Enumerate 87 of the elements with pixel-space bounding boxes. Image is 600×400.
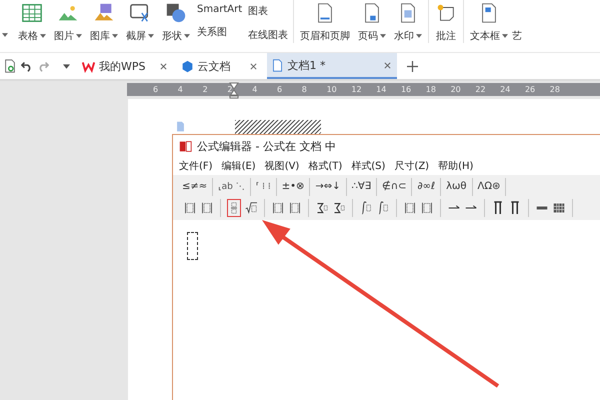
menu-item[interactable]: 编辑(E): [222, 159, 256, 173]
tab-label: 我的WPS: [99, 58, 146, 74]
ribbon-button[interactable]: 艺: [512, 29, 522, 43]
caret-icon[interactable]: [148, 34, 154, 38]
tab-label: 云文档: [198, 58, 230, 74]
window-title: 公式编辑器 - 公式在 文档 中: [197, 138, 336, 154]
integral-template-icon[interactable]: [360, 200, 372, 216]
document-tab[interactable]: 文档1 *: [266, 53, 396, 79]
ruler-number: 6: [276, 85, 284, 94]
sum-template-icon[interactable]: [316, 200, 328, 216]
ribbon-button[interactable]: 水印: [394, 29, 414, 43]
fraction-template-icon[interactable]: [228, 200, 240, 216]
caret-icon[interactable]: [112, 34, 118, 38]
ribbon-button[interactable]: 关系图: [197, 25, 242, 39]
caret-icon[interactable]: [63, 64, 70, 68]
menu-item[interactable]: 帮助(H): [438, 159, 474, 173]
ruler-number: 16: [400, 85, 412, 94]
ruler-number: 8: [302, 85, 308, 94]
app-icon: [179, 140, 192, 152]
menu-item[interactable]: 格式(T): [308, 159, 342, 173]
caret-icon[interactable]: [184, 34, 190, 38]
product-template-icon[interactable]: [492, 200, 504, 216]
ruler-number: 20: [450, 85, 462, 94]
ruler-number: 22: [475, 85, 487, 94]
indent-marker-icon[interactable]: [229, 81, 239, 99]
ribbon-button[interactable]: 形状: [162, 29, 182, 43]
radical-template-icon[interactable]: [245, 200, 257, 216]
ruler-number: 24: [500, 85, 512, 94]
fence-template-icon[interactable]: [184, 200, 196, 216]
ribbon-button[interactable]: 页码: [358, 29, 378, 43]
symbol-palette-button[interactable]: ∂∞ℓ: [412, 178, 442, 196]
cube-icon: [180, 60, 194, 72]
ribbon-button[interactable]: SmartArt: [197, 4, 242, 15]
template-palette-button[interactable]: ⸢ ⁞ ⁞: [250, 178, 277, 196]
shapes-icon: [165, 2, 187, 24]
document-tab[interactable]: 我的WPS: [78, 53, 172, 79]
equation-input-slot[interactable]: [187, 232, 198, 260]
ruler-number: 4: [178, 85, 184, 94]
document-tab[interactable]: 云文档: [176, 53, 262, 79]
ruler-number: 26: [524, 85, 536, 94]
caret-icon[interactable]: [502, 34, 508, 38]
ribbon-button[interactable]: 表格: [18, 29, 38, 43]
ruler-number: 18: [426, 85, 437, 94]
menu-item[interactable]: 视图(V): [264, 159, 300, 173]
caret-icon[interactable]: [380, 34, 386, 38]
document-icon: [270, 58, 284, 72]
menu-item[interactable]: 文件(F): [179, 159, 213, 173]
caret-icon[interactable]: [416, 34, 422, 38]
ribbon-button[interactable]: 页眉和页脚: [300, 29, 350, 43]
template-palette-button[interactable]: ⸤ab ⋱: [213, 178, 251, 196]
menu-item[interactable]: 样式(S): [351, 159, 386, 173]
symbol-palette-button[interactable]: →⇔↓: [310, 178, 347, 196]
print-preview-icon[interactable]: [3, 59, 17, 73]
sum-template-icon[interactable]: [333, 200, 345, 216]
integral-template-icon[interactable]: [377, 200, 389, 216]
symbol-palette-button[interactable]: ≤≠≈: [177, 178, 214, 196]
menu-item[interactable]: 尺寸(Z): [394, 159, 430, 173]
undo-icon[interactable]: [21, 60, 33, 72]
ribbon-button[interactable]: 图库: [90, 29, 110, 43]
tab-label: 文档1 *: [288, 58, 326, 72]
w-logo-icon: [82, 60, 95, 72]
ruler-number: 4: [252, 85, 258, 94]
symbol-palette-button[interactable]: ∴∀∃: [346, 178, 378, 196]
caret-icon[interactable]: [40, 34, 46, 38]
symbol-palette-button[interactable]: ∉∩⊂: [377, 178, 412, 196]
caret-icon[interactable]: [2, 33, 8, 37]
ruler-number: 12: [351, 85, 363, 94]
symbol-palette-button[interactable]: λωθ: [441, 178, 473, 196]
ribbon-button[interactable]: 截屏: [126, 29, 146, 43]
product-template-icon[interactable]: [509, 200, 521, 216]
ribbon-button[interactable]: 文本框: [470, 29, 500, 43]
ribbon-button[interactable]: 批注: [436, 29, 456, 43]
ruler-number: 10: [326, 85, 338, 94]
ribbon-button[interactable]: 在线图表: [248, 28, 288, 42]
symbol-palette-button[interactable]: ±•⊗: [276, 178, 310, 196]
ruler-number: 6: [153, 85, 160, 94]
ribbon-button[interactable]: 图表: [248, 4, 288, 18]
ruler-number: 2: [202, 85, 209, 94]
bracket-template-icon[interactable]: [201, 200, 213, 216]
ribbon-button[interactable]: 图片: [54, 29, 74, 43]
new-tab-icon[interactable]: [406, 60, 418, 72]
ruler-number: 2: [227, 85, 234, 94]
caret-icon[interactable]: [76, 34, 82, 38]
symbol-palette-button[interactable]: ΛΩ⊛: [472, 178, 506, 196]
ruler-number: 28: [550, 85, 561, 94]
scissors-icon: [129, 2, 151, 24]
ruler-number: 14: [376, 85, 388, 94]
